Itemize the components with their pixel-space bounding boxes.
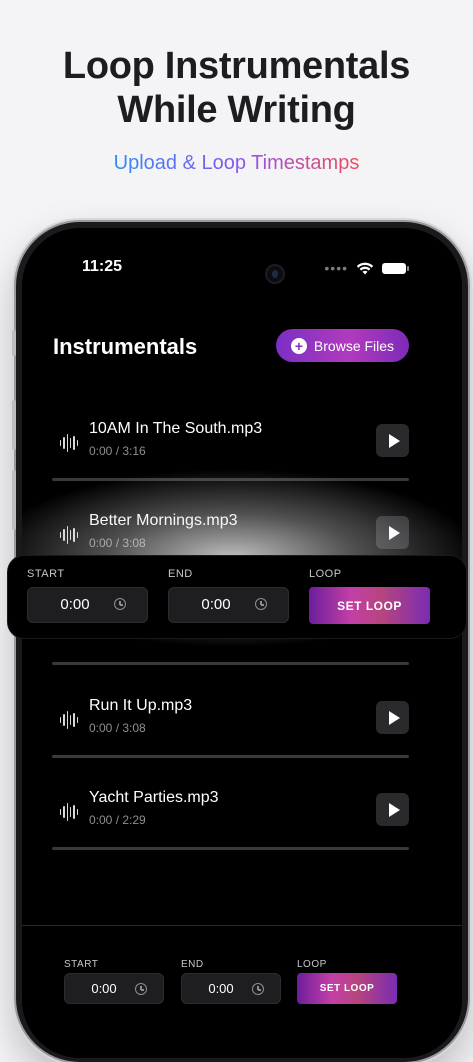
loop-overlay-card: START END LOOP 0:00 0:00 SET LOOP (8, 556, 466, 638)
wifi-icon (356, 262, 374, 274)
clock-icon[interactable] (114, 598, 126, 610)
track-time: 0:00 / 3:08 (89, 536, 146, 550)
play-button[interactable] (376, 516, 409, 549)
signal-dots-icon: •••• (324, 260, 348, 276)
set-loop-button[interactable]: SET LOOP (297, 973, 397, 1004)
browse-files-label: Browse Files (313, 337, 395, 354)
start-time-value: 0:00 (91, 981, 117, 996)
play-button[interactable] (376, 793, 409, 826)
loop-label: LOOP (297, 959, 327, 970)
loop-bar-separator (22, 925, 462, 926)
start-label: START (27, 568, 65, 580)
set-loop-button[interactable]: SET LOOP (309, 587, 430, 624)
play-icon (388, 433, 400, 448)
play-button[interactable] (376, 701, 409, 734)
volume-up-button (12, 400, 16, 450)
loop-label: LOOP (309, 568, 342, 580)
front-camera (265, 264, 285, 284)
waveform-icon (60, 711, 78, 729)
end-time-value: 0:00 (208, 981, 234, 996)
start-time-field[interactable]: 0:00 (64, 973, 164, 1004)
subheadline: Upload & Loop Timestamps (0, 150, 473, 176)
phone-screen: 11:25 •••• Instrumentals + Browse Files … (22, 228, 462, 1058)
play-icon (388, 802, 400, 817)
headline-line-2: While Writing (117, 89, 356, 131)
set-loop-label: SET LOOP (319, 983, 375, 994)
page-title: Instrumentals (53, 334, 198, 359)
battery-icon (382, 262, 409, 274)
subheadline-text: Upload & Loop Timestamps (113, 152, 360, 174)
play-icon (388, 525, 400, 540)
play-icon (388, 710, 400, 725)
progress-bar[interactable] (52, 755, 409, 758)
end-time-value: 0:00 (201, 596, 231, 613)
track-row[interactable]: Yacht Parties.mp3 0:00 / 2:29 (52, 789, 409, 853)
headline: Loop Instrumentals While Writing (0, 44, 473, 132)
clock-icon[interactable] (255, 598, 267, 610)
plus-circle-icon: + (290, 337, 307, 354)
end-label: END (168, 568, 193, 580)
end-time-field[interactable]: 0:00 (168, 587, 289, 623)
track-name: Yacht Parties.mp3 (89, 789, 219, 806)
waveform-icon (60, 434, 78, 452)
track-name: Run It Up.mp3 (89, 697, 193, 714)
track-time: 0:00 / 3:08 (89, 721, 146, 735)
progress-bar[interactable] (52, 662, 409, 665)
start-time-field[interactable]: 0:00 (27, 587, 148, 623)
track-time: 0:00 / 3:16 (89, 444, 146, 458)
clock-icon[interactable] (252, 983, 264, 995)
status-icons: •••• (324, 260, 409, 276)
track-row[interactable]: 10AM In The South.mp3 0:00 / 3:16 (52, 420, 409, 484)
track-row[interactable]: Run It Up.mp3 0:00 / 3:08 (52, 697, 409, 761)
progress-bar[interactable] (52, 847, 409, 850)
headline-line-1: Loop Instrumentals (62, 45, 411, 87)
end-label: END (181, 959, 204, 970)
track-name: 10AM In The South.mp3 (89, 420, 263, 437)
play-button[interactable] (376, 424, 409, 457)
clock-icon[interactable] (135, 983, 147, 995)
set-loop-label: SET LOOP (337, 598, 402, 613)
progress-bar[interactable] (52, 478, 409, 481)
start-time-value: 0:00 (60, 596, 90, 613)
browse-files-button[interactable]: + Browse Files (276, 329, 409, 362)
status-time: 11:25 (82, 258, 123, 275)
start-label: START (64, 959, 99, 970)
track-time: 0:00 / 2:29 (89, 813, 146, 827)
waveform-icon (60, 803, 78, 821)
mute-switch (12, 330, 16, 356)
end-time-field[interactable]: 0:00 (181, 973, 281, 1004)
waveform-icon (60, 526, 78, 544)
volume-down-button (12, 470, 16, 530)
track-name: Better Mornings.mp3 (89, 512, 238, 529)
